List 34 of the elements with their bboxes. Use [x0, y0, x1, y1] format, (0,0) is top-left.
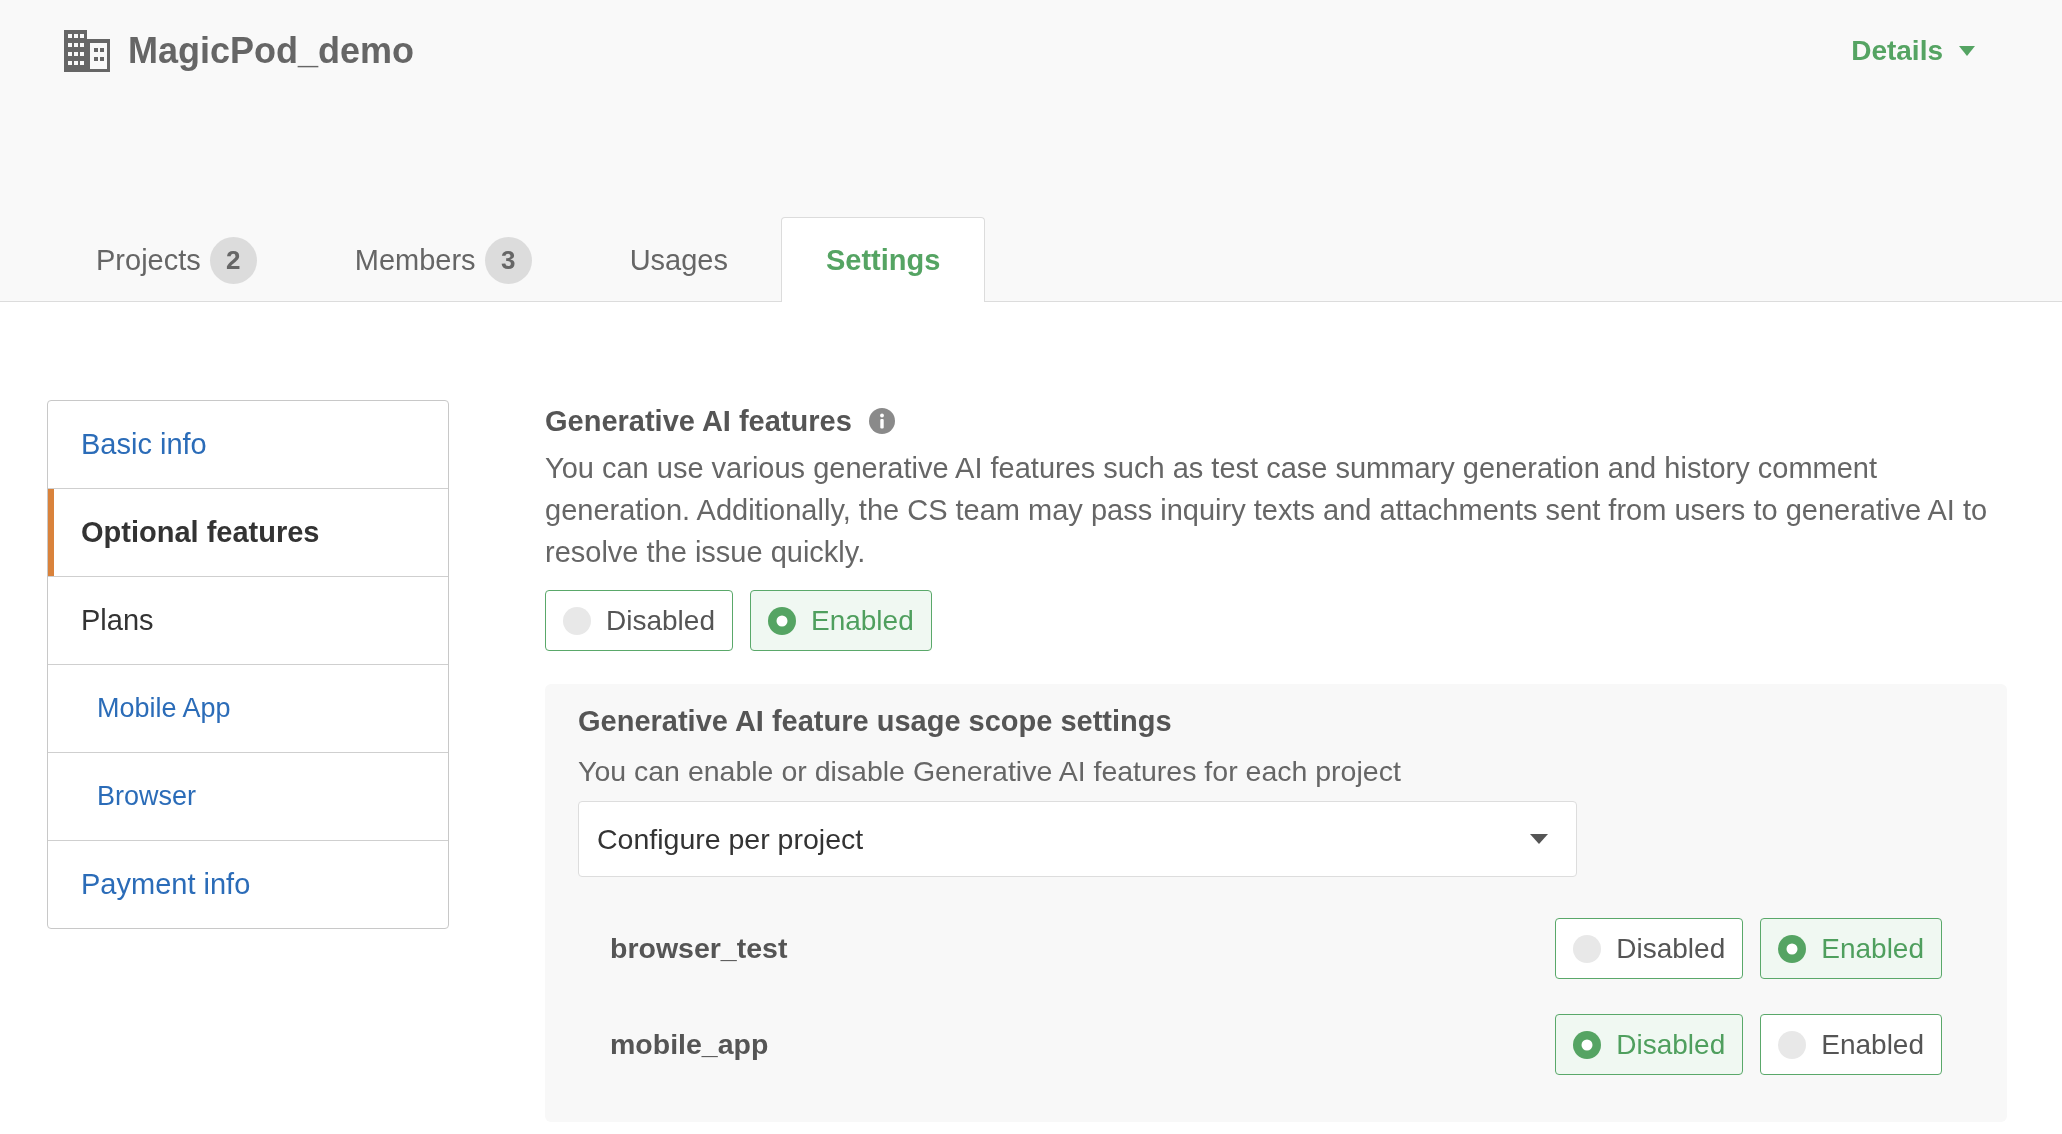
section-title: Generative AI features — [545, 404, 852, 439]
tab[interactable]: Members 3 — [309, 217, 577, 302]
sidebar-group-label: Plans — [48, 576, 448, 664]
radio-icon — [767, 606, 796, 635]
caret-icon — [1959, 46, 1975, 56]
project-name: mobile_app — [610, 1028, 769, 1061]
caret-icon — [1530, 834, 1548, 844]
panel-title: Generative AI feature usage scope settings — [578, 704, 1173, 739]
radio-option[interactable]: Enabled — [1760, 918, 1942, 979]
sidebar-item[interactable]: Browser — [48, 752, 448, 840]
organization-name: MagicPod_demo — [128, 30, 415, 72]
dropdown-select[interactable]: Configure per project — [578, 801, 1577, 877]
sidebar-item[interactable]: Basic info — [48, 401, 448, 488]
section-description: You can use various generative AI features such as test case summary generation and history comment generation. Additionally, the CS team may pass inquiry texts and attachments sent from users to generative AI to resolve the issue quickly. — [545, 451, 1989, 570]
building-icon — [64, 30, 110, 72]
radio-option[interactable]: Disabled — [1555, 1014, 1744, 1075]
project-name: browser_test — [610, 932, 788, 965]
sidebar-item[interactable]: Payment info — [48, 840, 448, 928]
count-badge: 3 — [484, 236, 532, 284]
sidebar-item[interactable]: Mobile App — [48, 664, 448, 752]
count-badge: 2 — [209, 236, 257, 284]
radio-option[interactable]: Disabled — [1555, 918, 1744, 979]
panel-description: You can enable or disable Generative AI features for each project — [578, 754, 1402, 789]
radio-option[interactable]: Disabled — [545, 590, 733, 651]
tab[interactable]: Settings — [780, 217, 986, 302]
radio-icon — [1778, 934, 1807, 963]
details-menu[interactable]: Details — [1851, 33, 1975, 69]
radio-option[interactable]: Enabled — [749, 590, 932, 651]
radio-option[interactable]: Enabled — [1760, 1014, 1942, 1075]
tab[interactable]: Projects 2 — [51, 217, 302, 302]
info-icon[interactable] — [868, 408, 895, 434]
tab[interactable]: Usages — [584, 217, 773, 302]
sidebar-item[interactable]: Optional features — [48, 488, 448, 576]
radio-icon — [1573, 1030, 1602, 1059]
